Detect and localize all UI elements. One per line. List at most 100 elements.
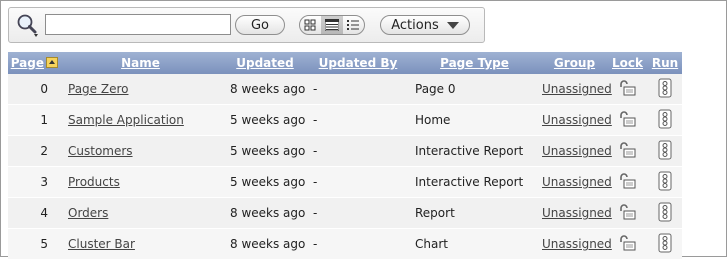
name-cell: Sample Application — [60, 104, 221, 136]
column-header-label: Updated — [236, 56, 294, 70]
column-header-label: Run — [651, 56, 679, 70]
icons-view-button[interactable] — [300, 16, 321, 34]
name-cell: Customers — [60, 135, 221, 167]
updated-cell: 8 weeks ago — [221, 197, 309, 229]
name-cell: Page Zero — [60, 74, 221, 105]
page-type-cell: Interactive Report — [407, 135, 542, 167]
run-page-icon[interactable] — [658, 109, 672, 129]
updated-cell: 5 weeks ago — [221, 135, 309, 167]
page-number-cell: 2 — [8, 135, 60, 167]
group-link[interactable]: Unassigned — [542, 206, 612, 220]
group-cell: Unassigned — [542, 104, 612, 136]
bullet-list-icon — [347, 20, 360, 30]
run-cell — [648, 135, 682, 167]
table-row: 3 Products 5 weeks ago - Interactive Rep… — [8, 166, 682, 198]
column-header-label: Group — [553, 56, 596, 70]
page-type-cell: Chart — [407, 228, 542, 260]
group-link[interactable]: Unassigned — [542, 82, 612, 96]
actions-button-label: Actions — [391, 17, 439, 33]
unlocked-padlock-icon[interactable] — [618, 203, 638, 220]
run-cell — [648, 104, 682, 136]
page-number-cell: 1 — [8, 104, 60, 136]
page-number: 3 — [40, 175, 48, 189]
updated-value: 8 weeks ago — [230, 237, 306, 251]
column-header-updated-by[interactable]: Updated By — [309, 52, 407, 74]
page-name-link[interactable]: Customers — [68, 144, 133, 158]
run-page-icon[interactable] — [658, 78, 672, 98]
sort-ascending-icon[interactable] — [46, 57, 58, 68]
name-cell: Orders — [60, 197, 221, 229]
run-cell — [648, 74, 682, 105]
column-header-label: Lock — [612, 56, 643, 70]
name-cell: Cluster Bar — [60, 228, 221, 260]
group-link[interactable]: Unassigned — [542, 144, 612, 158]
updated-by-value: - — [313, 237, 318, 251]
unlocked-padlock-icon[interactable] — [618, 79, 638, 96]
group-cell: Unassigned — [542, 228, 612, 260]
group-link[interactable]: Unassigned — [542, 237, 612, 251]
page-name-link[interactable]: Page Zero — [68, 82, 128, 96]
table-row: 2 Customers 5 weeks ago - Interactive Re… — [8, 135, 682, 167]
report-list-icon — [324, 19, 339, 31]
unlocked-padlock-icon[interactable] — [618, 141, 638, 158]
run-cell — [648, 166, 682, 198]
column-header-group[interactable]: Group — [542, 52, 607, 74]
group-cell: Unassigned — [542, 197, 612, 229]
updated-value: 8 weeks ago — [230, 82, 306, 96]
page-name-link[interactable]: Products — [68, 175, 120, 189]
page-number-cell: 3 — [8, 166, 60, 198]
table-header-row: Page Name Updated Updated By Page Type G… — [8, 52, 682, 74]
details-view-button[interactable] — [343, 16, 364, 34]
updated-by-value: - — [313, 113, 318, 127]
group-link[interactable]: Unassigned — [542, 175, 612, 189]
page-number: 4 — [40, 206, 48, 220]
report-toolbar: Go Actions — [8, 7, 485, 43]
page-type-value: Home — [415, 113, 451, 127]
column-header-updated[interactable]: Updated — [221, 52, 309, 74]
actions-menu-button[interactable]: Actions — [380, 15, 470, 35]
search-input[interactable] — [45, 14, 231, 35]
lock-cell — [607, 197, 648, 229]
column-header-page[interactable]: Page — [8, 52, 60, 74]
run-page-icon[interactable] — [658, 202, 672, 222]
updated-cell: 8 weeks ago — [221, 74, 309, 105]
run-page-icon[interactable] — [658, 233, 672, 253]
updated-value: 8 weeks ago — [230, 206, 306, 220]
updated-cell: 8 weeks ago — [221, 228, 309, 260]
page-type-value: Page 0 — [415, 82, 456, 96]
name-cell: Products — [60, 166, 221, 198]
page-type-cell: Home — [407, 104, 542, 136]
page-type-value: Interactive Report — [415, 144, 524, 158]
updated-cell: 5 weeks ago — [221, 166, 309, 198]
page-name-link[interactable]: Sample Application — [68, 113, 184, 127]
updated-by-cell: - — [309, 166, 407, 198]
column-header-lock[interactable]: Lock — [607, 52, 648, 74]
page-name-link[interactable]: Cluster Bar — [68, 237, 135, 251]
group-cell: Unassigned — [542, 74, 612, 105]
run-cell — [648, 228, 682, 260]
run-page-icon[interactable] — [658, 171, 672, 191]
unlocked-padlock-icon[interactable] — [618, 234, 638, 251]
page-name-link[interactable]: Orders — [68, 206, 108, 220]
lock-cell — [607, 166, 648, 198]
group-link[interactable]: Unassigned — [542, 113, 612, 127]
column-header-name[interactable]: Name — [60, 52, 221, 74]
go-button[interactable]: Go — [235, 15, 285, 35]
search-icon[interactable] — [14, 12, 42, 38]
updated-by-value: - — [313, 175, 318, 189]
unlocked-padlock-icon[interactable] — [618, 110, 638, 127]
unlocked-padlock-icon[interactable] — [618, 172, 638, 189]
run-page-icon[interactable] — [658, 140, 672, 160]
column-header-page-type[interactable]: Page Type — [407, 52, 542, 74]
page-type-cell: Report — [407, 197, 542, 229]
updated-value: 5 weeks ago — [230, 175, 306, 189]
updated-value: 5 weeks ago — [230, 113, 306, 127]
page-type-value: Chart — [415, 237, 448, 251]
updated-value: 5 weeks ago — [230, 144, 306, 158]
table-row: 4 Orders 8 weeks ago - Report Unassigned — [8, 197, 682, 229]
pages-table: Page Name Updated Updated By Page Type G… — [8, 52, 682, 260]
column-header-run[interactable]: Run — [648, 52, 682, 74]
grid-icon — [304, 19, 316, 31]
report-view-button[interactable] — [321, 16, 343, 34]
page-type-value: Interactive Report — [415, 175, 524, 189]
